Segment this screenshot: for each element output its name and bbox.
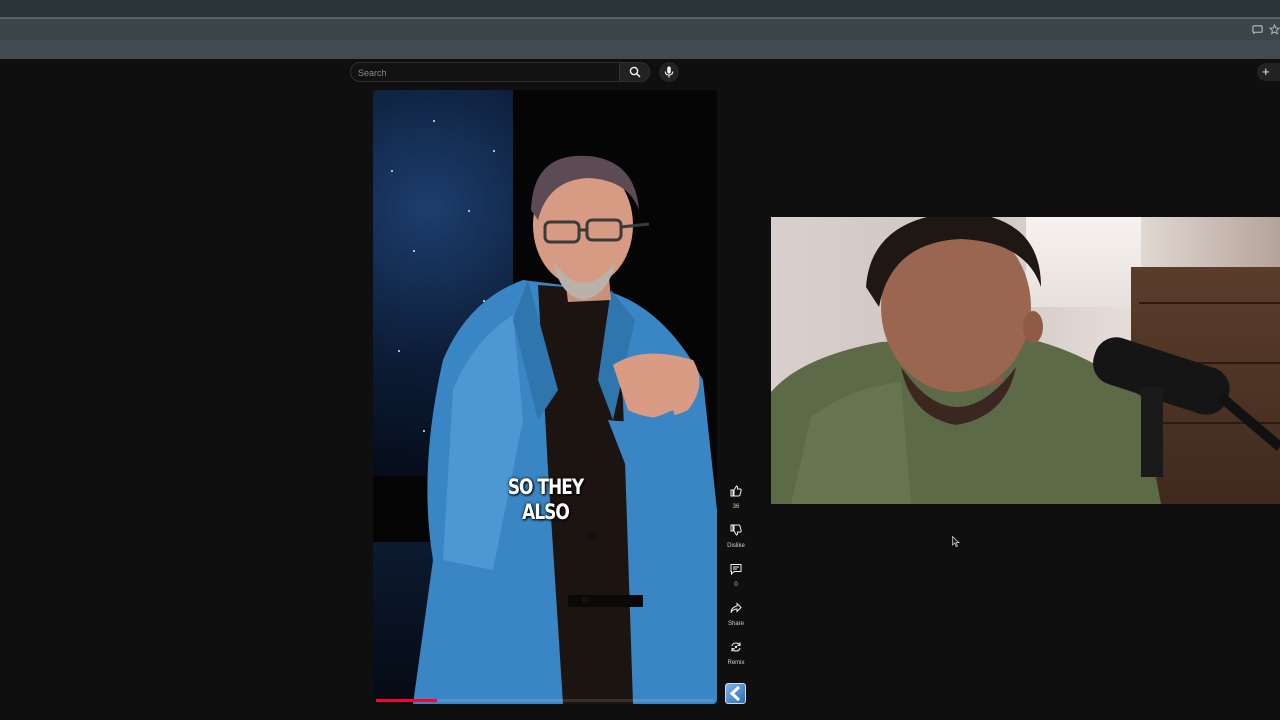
dislike-label: Dislike [727, 543, 745, 549]
share-label: Share [727, 621, 744, 627]
search-box[interactable] [350, 62, 620, 82]
dislike-button[interactable]: Dislike [722, 519, 750, 550]
mouse-cursor-icon [952, 536, 960, 547]
thumbs-down-icon [730, 524, 742, 536]
voice-search-button[interactable] [659, 62, 679, 82]
share-icon [730, 602, 742, 613]
video-progress-fill [376, 699, 437, 702]
sound-thumbnail[interactable] [725, 683, 746, 704]
thumbs-up-icon [730, 485, 742, 497]
like-button[interactable]: 36 [722, 480, 750, 511]
browser-bookmark-bar [0, 40, 1280, 59]
speaker-figure [413, 155, 717, 704]
search-input[interactable] [351, 64, 619, 82]
short-video-player[interactable]: SO THEY ALSO [373, 90, 717, 704]
browser-address-bar[interactable] [0, 19, 1280, 40]
share-button[interactable]: Share [722, 597, 750, 628]
search-button[interactable] [620, 62, 650, 82]
search-icon [629, 66, 641, 78]
comment-icon [730, 564, 742, 575]
like-count: 36 [732, 504, 740, 510]
create-button[interactable]: + [1257, 63, 1280, 81]
cast-icon[interactable] [1251, 24, 1263, 36]
browser-tab-strip [0, 0, 1280, 19]
remix-icon [731, 642, 741, 652]
comment-button[interactable]: 0 [722, 558, 750, 589]
video-progress-bar[interactable] [376, 699, 714, 702]
sound-logo-icon [729, 685, 741, 702]
comment-count: 0 [734, 582, 738, 588]
plus-icon: + [1262, 64, 1270, 79]
streamer-figure [771, 217, 1280, 504]
webcam-overlay [771, 217, 1280, 504]
remix-label: Remix [727, 660, 745, 666]
video-caption: SO THEY ALSO [507, 475, 584, 525]
star-icon[interactable] [1268, 23, 1280, 36]
microphone-icon [664, 66, 674, 78]
remix-button[interactable]: Remix [722, 636, 750, 667]
